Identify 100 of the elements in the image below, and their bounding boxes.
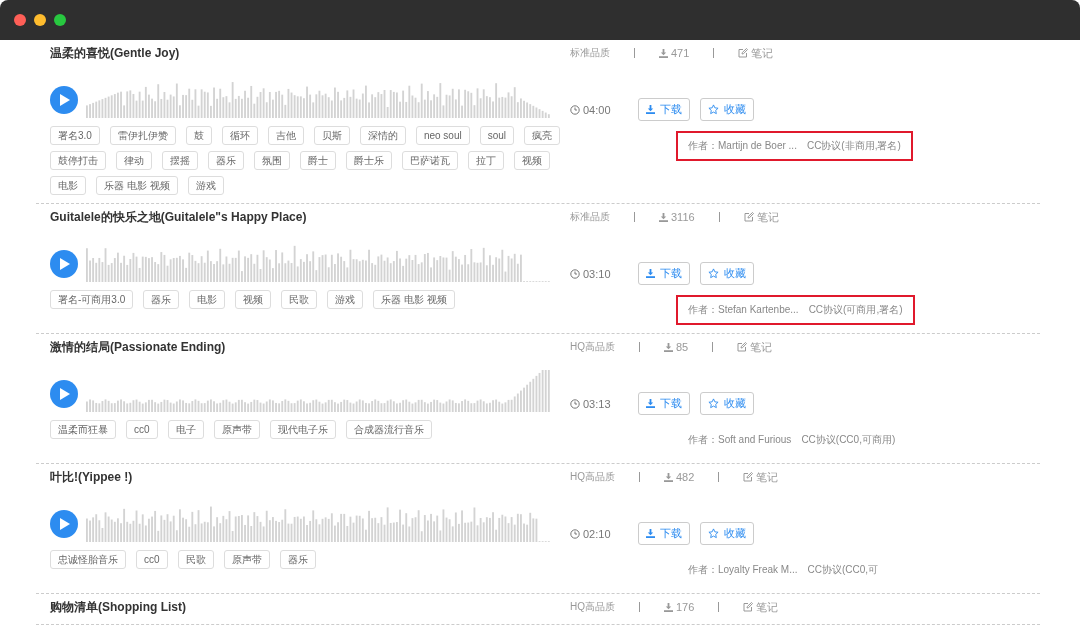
edit-icon [738, 48, 749, 58]
play-icon [58, 258, 70, 270]
license-label: CC协议(CC0,可商用) [801, 433, 896, 447]
tag[interactable]: 原声带 [213, 420, 260, 439]
tag[interactable]: 雷伊扎伊赞 [109, 126, 176, 145]
duration: 02:10 [583, 527, 611, 540]
tag[interactable]: cc0 [126, 420, 158, 439]
play-button[interactable] [50, 510, 78, 538]
track-title: 激情的结局(Passionate Ending) [50, 339, 227, 356]
tag[interactable]: 鼓 [185, 126, 212, 145]
track-title: 温柔的喜悦(Gentle Joy) [50, 45, 181, 62]
license-label: CC协议(CC0,可 [807, 563, 879, 577]
quality-label: HQ高品质 [570, 340, 615, 354]
play-button[interactable] [50, 380, 78, 408]
tag[interactable]: 电影 [50, 176, 86, 195]
edit-icon [737, 342, 748, 352]
tag[interactable]: 温柔而狂暴 [50, 420, 116, 439]
tag[interactable]: cc0 [136, 550, 168, 569]
tag[interactable]: 署名-可商用3.0 [50, 290, 134, 309]
tag[interactable]: 器乐 [208, 151, 244, 170]
tag[interactable]: 巴萨诺瓦 [402, 151, 458, 170]
duration: 03:10 [583, 267, 611, 280]
tag[interactable]: 游戏 [187, 176, 224, 195]
download-count: 3116 [671, 211, 695, 223]
tag[interactable]: 署名3.0 [50, 126, 100, 145]
tag[interactable]: soul [479, 126, 515, 145]
favorite-button[interactable]: 收藏 [700, 522, 754, 545]
favorite-button[interactable]: 收藏 [700, 392, 754, 415]
download-icon [664, 602, 673, 612]
tag[interactable]: 器乐 [279, 550, 316, 569]
tag[interactable]: 民歌 [177, 550, 214, 569]
tag[interactable]: 视频 [235, 290, 272, 309]
tag[interactable]: 律动 [116, 151, 152, 170]
download-button[interactable]: 下载 [638, 262, 690, 285]
download-button[interactable]: 下载 [638, 522, 690, 545]
tag[interactable]: 器乐 [143, 290, 180, 309]
tag[interactable]: 贝斯 [313, 126, 350, 145]
play-button[interactable] [50, 250, 78, 278]
tag[interactable]: 原声带 [223, 550, 270, 569]
star-icon [708, 268, 719, 279]
author-name: 作者：Stefan Kartenbe... [688, 303, 799, 317]
tag[interactable]: 合成器流行音乐 [345, 420, 432, 439]
tag[interactable]: 现代电子乐 [269, 420, 336, 439]
tag[interactable]: 拉丁 [468, 151, 504, 170]
track-title: Guitalele的快乐之地(Guitalele"s Happy Place) [50, 209, 308, 226]
track-title: 购物清单(Shopping List) [50, 599, 187, 616]
quality-label: 标准品质 [570, 46, 610, 60]
tag[interactable]: 循环 [221, 126, 258, 145]
clock-icon [570, 398, 580, 409]
quality-label: HQ高品质 [570, 470, 615, 484]
download-icon [659, 212, 668, 222]
clock-icon [570, 528, 580, 539]
tag[interactable]: 爵士 [300, 151, 336, 170]
tag[interactable]: 电影 [189, 290, 226, 309]
download-count: 482 [676, 471, 695, 483]
download-icon [664, 342, 673, 352]
tag[interactable]: 摆摇 [162, 151, 198, 170]
track-title: 叶比!(Yippee !) [50, 469, 134, 486]
download-icon [659, 48, 668, 58]
play-icon [58, 94, 70, 106]
tag[interactable]: 鼓停打击 [50, 151, 106, 170]
tag[interactable]: 乐器 电影 视频 [96, 176, 178, 195]
tag[interactable]: 视频 [514, 151, 550, 170]
download-count: 85 [676, 341, 689, 353]
tag[interactable]: 深情的 [359, 126, 406, 145]
duration: 04:00 [583, 103, 611, 116]
download-button[interactable]: 下载 [638, 392, 690, 415]
edit-icon [743, 212, 754, 222]
play-button[interactable] [50, 86, 78, 114]
tag[interactable]: 爵士乐 [346, 151, 392, 170]
tag[interactable]: neo soul [415, 126, 470, 145]
tag[interactable]: 吉他 [267, 126, 304, 145]
author-name: 作者：Loyalty Freak M... [688, 563, 798, 577]
download-icon [646, 269, 655, 278]
duration: 03:13 [583, 397, 611, 410]
clock-icon [570, 268, 580, 279]
play-icon [58, 518, 70, 530]
license-label: CC协议(可商用,署名) [808, 303, 903, 317]
quality-label: 标准品质 [570, 210, 610, 224]
download-button[interactable]: 下载 [638, 98, 690, 121]
favorite-button[interactable]: 收藏 [700, 262, 754, 285]
tag[interactable]: 忠诚怪胎音乐 [50, 550, 126, 569]
tag[interactable]: 游戏 [327, 290, 364, 309]
window-control[interactable] [54, 14, 66, 26]
download-count: 471 [671, 47, 690, 59]
play-icon [58, 388, 70, 400]
star-icon [708, 398, 719, 409]
favorite-button[interactable]: 收藏 [700, 98, 754, 121]
download-icon [646, 529, 655, 538]
edit-icon [743, 472, 754, 482]
tag[interactable]: 氛围 [254, 151, 290, 170]
tag[interactable]: 电子 [167, 420, 204, 439]
tag[interactable]: 乐器 电影 视频 [373, 290, 455, 309]
download-icon [664, 472, 673, 482]
download-icon [646, 105, 655, 114]
window-control[interactable] [14, 14, 26, 26]
download-count: 176 [676, 601, 695, 613]
tag[interactable]: 民歌 [281, 290, 318, 309]
window-control[interactable] [34, 14, 46, 26]
tag[interactable]: 疯亮 [524, 126, 561, 145]
